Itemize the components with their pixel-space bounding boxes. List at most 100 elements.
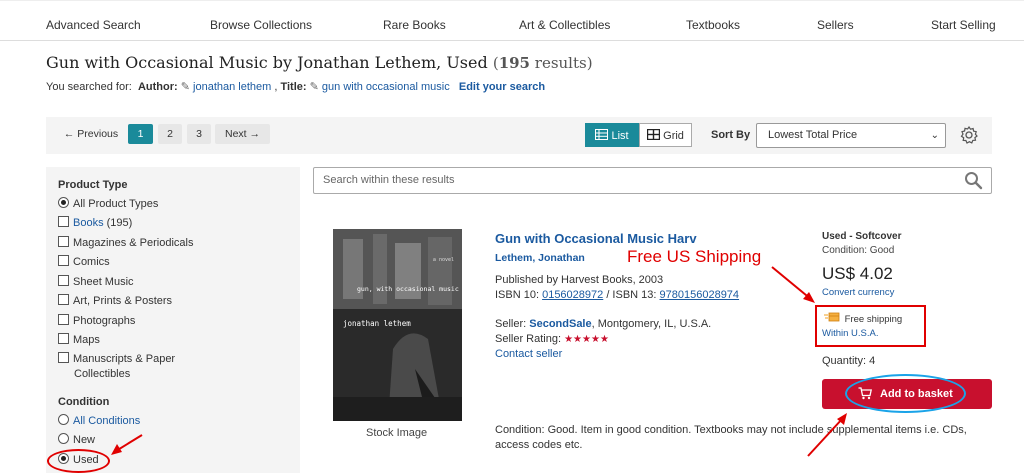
title-search-link[interactable]: gun with occasional music — [322, 81, 450, 93]
filter-manuscripts-line2: Collectibles — [74, 368, 131, 380]
shipping-destination-link[interactable]: Within U.S.A. — [822, 328, 879, 339]
listing-isbn: ISBN 10: 0156028972 / ISBN 13: 978015602… — [495, 289, 739, 301]
filter-art-prints[interactable]: Art, Prints & Posters — [58, 294, 172, 307]
condition-heading: Condition — [58, 396, 110, 408]
count-number: 195 — [498, 54, 530, 72]
checkbox[interactable] — [58, 294, 69, 305]
search-summary: You searched for: Author: ✎ jonathan let… — [46, 80, 545, 93]
filter-all-product-types[interactable]: All Product Types — [58, 197, 158, 210]
filter-comics[interactable]: Comics — [58, 255, 110, 268]
pencil-icon: ✎ — [180, 81, 190, 93]
binding-type: Used - Softcover — [822, 231, 902, 242]
nav-advanced-search[interactable]: Advanced Search — [46, 18, 141, 32]
radio-selected[interactable] — [58, 197, 69, 208]
edit-search-link[interactable]: Edit your search — [459, 81, 545, 93]
cover-title: gun, with occasional music — [357, 285, 459, 293]
free-shipping-annotation-box: Free shipping Within U.S.A. — [815, 305, 926, 347]
add-to-basket-highlight-ellipse — [845, 374, 966, 413]
filter-books[interactable]: Books (195) — [58, 216, 132, 229]
cover-author: jonathan lethem — [343, 319, 411, 328]
contact-seller-link[interactable]: Contact seller — [495, 348, 562, 360]
next-page-button[interactable]: Next → — [215, 124, 270, 144]
list-view-label: List — [611, 130, 629, 142]
filter-label: Comics — [73, 256, 110, 268]
page-title: Gun with Occasional Music by Jonathan Le… — [46, 53, 593, 72]
checkbox[interactable] — [58, 255, 69, 266]
page-3-button[interactable]: 3 — [187, 124, 211, 144]
filter-label: Art, Prints & Posters — [73, 295, 173, 307]
checkbox[interactable] — [58, 236, 69, 247]
sort-by-label: Sort By — [711, 129, 751, 141]
grid-view-button[interactable]: Grid — [639, 123, 692, 147]
gear-icon[interactable] — [959, 125, 979, 145]
isbn10-label: ISBN 10: — [495, 289, 543, 301]
filter-sheet-music[interactable]: Sheet Music — [58, 275, 134, 288]
isbn13-link[interactable]: 9780156028974 — [660, 289, 740, 301]
listing-author-link[interactable]: Lethem, Jonathan — [495, 252, 585, 264]
radio[interactable] — [58, 433, 69, 444]
filter-label: Photographs — [73, 315, 136, 327]
page-1-button[interactable]: 1 — [128, 124, 153, 144]
separator: , — [274, 81, 278, 93]
grid-icon — [646, 128, 661, 141]
listing-title-link[interactable]: Gun with Occasional Music Harv — [495, 231, 697, 246]
top-navigation: Advanced Search Browse Collections Rare … — [0, 0, 1024, 41]
checkbox[interactable] — [58, 333, 69, 344]
nav-start-selling[interactable]: Start Selling — [931, 18, 996, 32]
used-filter-highlight-ellipse — [47, 449, 110, 473]
filter-sidebar: Product Type All Product Types Books (19… — [46, 167, 300, 473]
sort-select-value: Lowest Total Price — [768, 129, 858, 141]
list-icon — [595, 129, 609, 140]
previous-page-button[interactable]: ← Previous — [58, 124, 124, 144]
books-count: (195) — [106, 217, 133, 229]
nav-browse-collections[interactable]: Browse Collections — [210, 18, 312, 32]
search-within-input[interactable]: Search within these results — [313, 167, 992, 194]
listing-seller: Seller: SecondSale, Montgomery, IL, U.S.… — [495, 318, 711, 330]
free-shipping-info: Free shipping — [824, 312, 902, 325]
nav-textbooks[interactable]: Textbooks — [686, 18, 740, 32]
results-toolbar: ← Previous 1 2 3 Next → List Grid Sort B… — [46, 117, 992, 154]
nav-rare-books[interactable]: Rare Books — [383, 18, 446, 32]
free-shipping-annotation-label: Free US Shipping — [627, 247, 762, 266]
checkbox[interactable] — [58, 314, 69, 325]
title-label: Title: — [280, 81, 307, 93]
checkbox[interactable] — [58, 216, 69, 227]
page-2-button[interactable]: 2 — [158, 124, 182, 144]
author-label: Author: — [137, 81, 178, 93]
chevron-down-icon: ⌄ — [930, 130, 939, 141]
filter-manuscripts[interactable]: Manuscripts & Paper — [58, 352, 175, 365]
seller-rating: Seller Rating: ★★★★★ — [495, 333, 609, 345]
filter-new[interactable]: New — [58, 433, 95, 446]
filter-magazines[interactable]: Magazines & Periodicals — [58, 236, 193, 249]
convert-currency-link[interactable]: Convert currency — [822, 287, 894, 298]
author-search-link[interactable]: jonathan lethem — [193, 81, 271, 93]
listing-condition-description: Condition: Good. Item in good condition.… — [495, 424, 967, 451]
seller-label: Seller: — [495, 318, 530, 330]
search-icon[interactable] — [964, 171, 983, 190]
books-link[interactable]: Books — [73, 217, 104, 229]
radio[interactable] — [58, 414, 69, 425]
all-conditions-link[interactable]: All Conditions — [73, 415, 140, 427]
item-condition: Condition: Good — [822, 245, 895, 256]
list-view-button[interactable]: List — [585, 123, 639, 147]
cover-tag: a novel — [432, 257, 454, 263]
filter-all-conditions[interactable]: All Conditions — [58, 414, 140, 427]
grid-view-label: Grid — [663, 130, 684, 142]
filter-maps[interactable]: Maps — [58, 333, 100, 346]
checkbox[interactable] — [58, 352, 69, 363]
nav-sellers[interactable]: Sellers — [817, 18, 854, 32]
free-shipping-text: Free shipping — [844, 314, 903, 325]
book-cover-image[interactable]: a novel gun, with occasional music jonat… — [333, 229, 462, 421]
rating-label: Seller Rating: — [495, 333, 565, 345]
nav-art-collectibles[interactable]: Art & Collectibles — [519, 18, 610, 32]
filter-photographs[interactable]: Photographs — [58, 314, 135, 327]
pencil-icon: ✎ — [309, 81, 319, 93]
sort-select[interactable]: Lowest Total Price ⌄ — [756, 123, 946, 148]
seller-link[interactable]: SecondSale — [529, 318, 591, 330]
seller-location: , Montgomery, IL, U.S.A. — [591, 318, 712, 330]
isbn13-label: / ISBN 13: — [603, 289, 660, 301]
checkbox[interactable] — [58, 275, 69, 286]
isbn10-link[interactable]: 0156028972 — [542, 289, 603, 301]
shipping-truck-icon — [824, 312, 840, 322]
search-summary-label: You searched for: — [46, 81, 132, 93]
